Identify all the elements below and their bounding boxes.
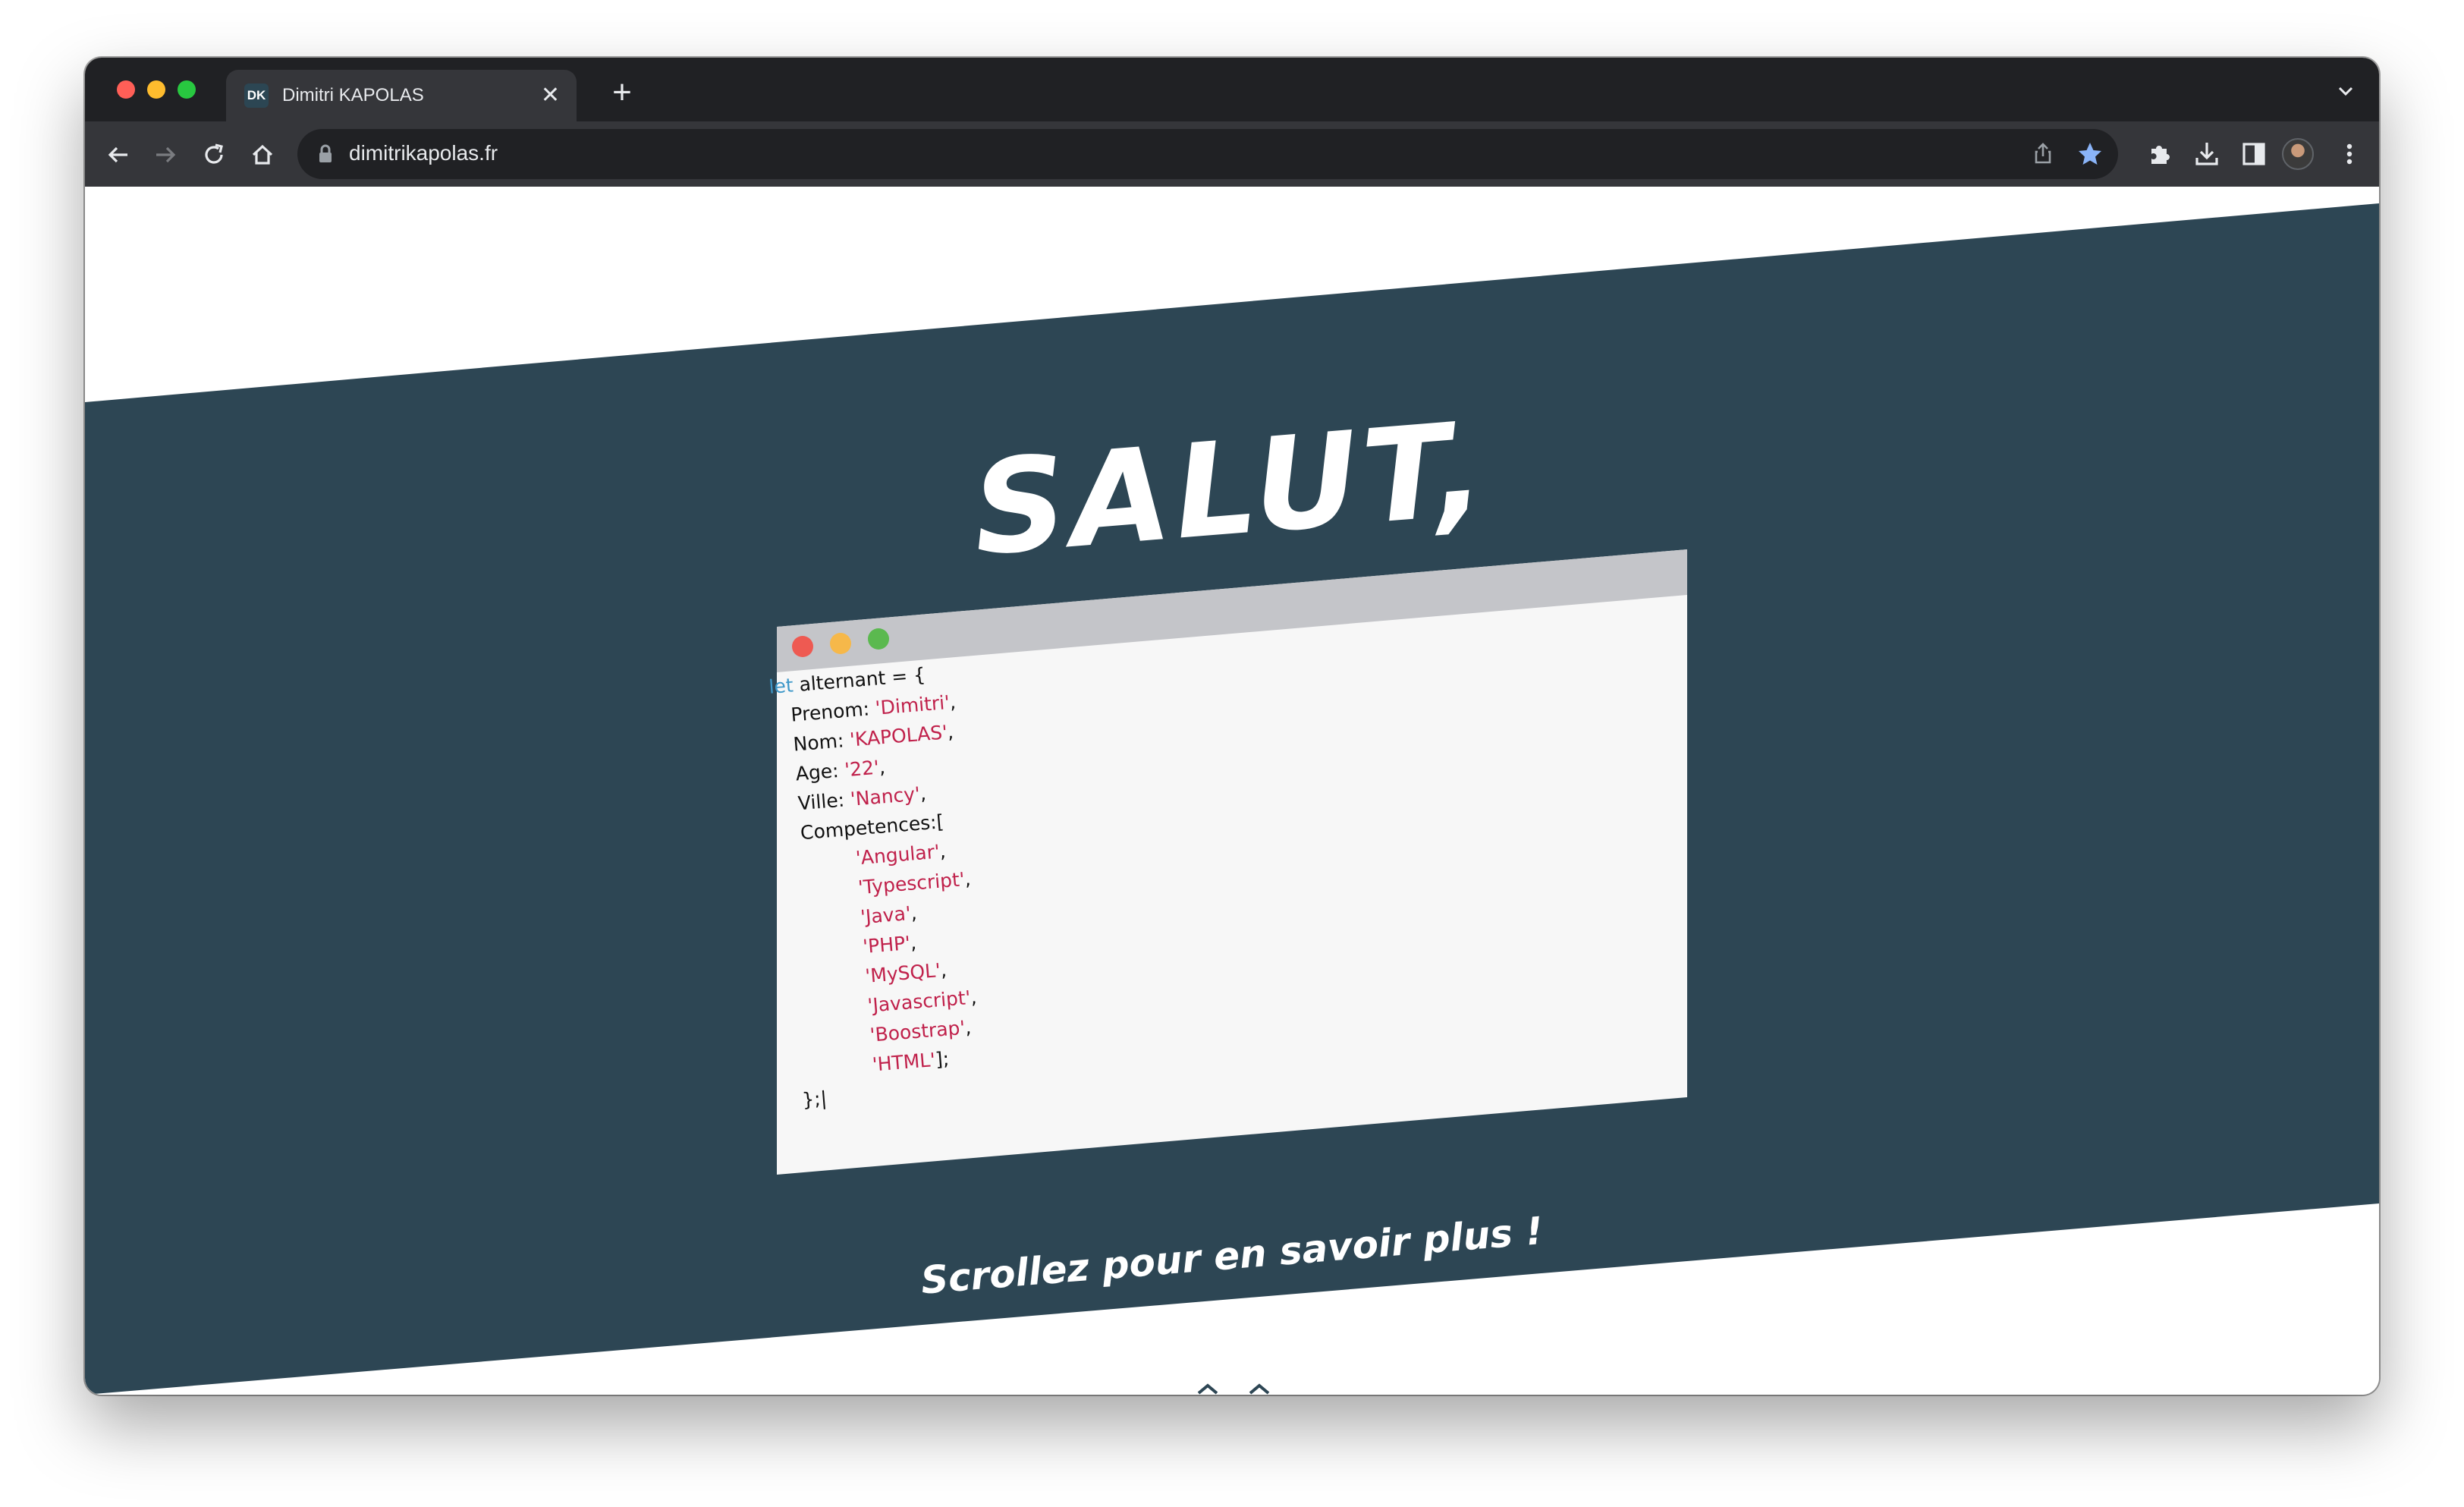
address-bar[interactable]: dimitrikapolas.fr [297,129,2118,179]
side-panel-icon[interactable] [2238,138,2270,170]
reload-icon[interactable] [199,140,229,170]
maximize-window-button[interactable] [178,80,196,99]
tab-active[interactable]: DK Dimitri KAPOLAS ✕ [226,70,577,121]
kebab-menu-icon[interactable] [2334,138,2365,170]
new-tab-button[interactable]: + [605,76,639,109]
favicon-icon: DK [244,83,269,108]
minimize-window-button[interactable] [147,80,165,99]
share-icon[interactable] [2029,140,2057,168]
chevron-down-icon[interactable] [2335,80,2356,102]
page-content: SALUT, let alternant = { Prenom: 'Dimitr… [85,187,2379,1395]
puzzle-icon[interactable] [2144,138,2176,170]
toolbar: dimitrikapolas.fr [85,121,2379,187]
tab-close-icon[interactable]: ✕ [541,84,560,107]
star-icon[interactable] [2076,140,2104,168]
tab-bar: DK Dimitri KAPOLAS ✕ + [85,58,2379,121]
profile-avatar[interactable] [2282,138,2314,170]
code-snippet: let alternant = { Prenom: 'Dimitri', Nom… [768,618,1484,1115]
url-text[interactable]: dimitrikapolas.fr [349,141,498,165]
arrow-left-icon[interactable] [103,140,134,170]
lock-icon[interactable] [317,144,334,164]
browser-window: DK Dimitri KAPOLAS ✕ + dimitrikapolas.fr [85,58,2379,1395]
download-icon[interactable] [2191,138,2223,170]
close-window-button[interactable] [117,80,135,99]
arrow-right-icon[interactable] [150,140,181,170]
tab-title: Dimitri KAPOLAS [282,85,424,105]
home-icon[interactable] [247,140,278,170]
